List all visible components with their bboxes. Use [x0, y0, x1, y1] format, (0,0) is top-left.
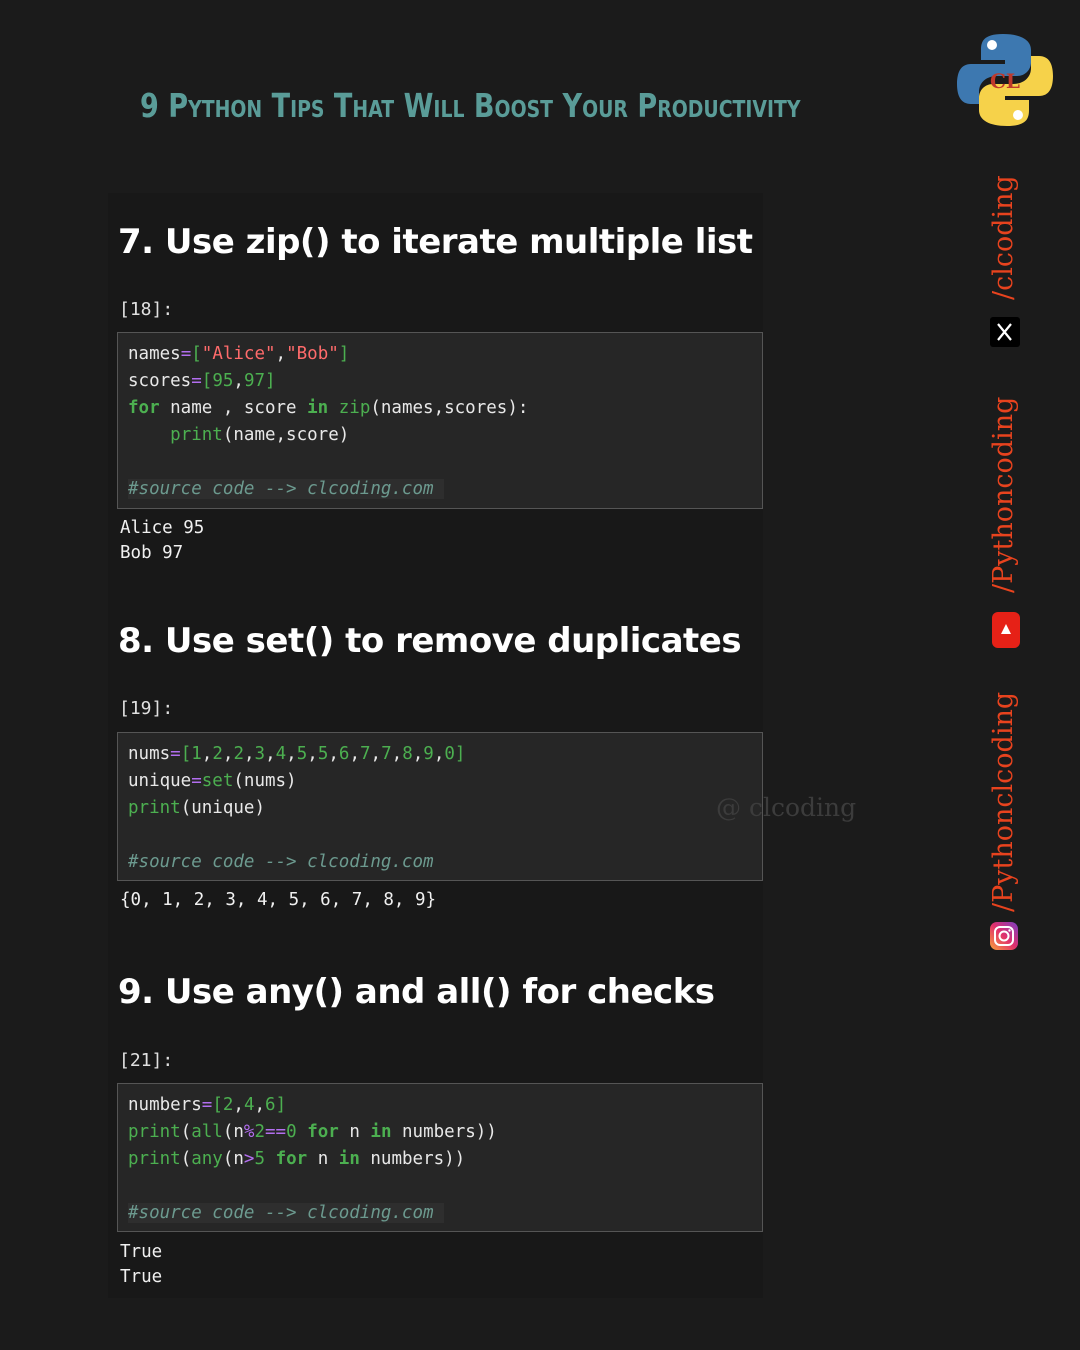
- section-heading: 9. Use any() and all() for checks: [118, 972, 715, 1012]
- code-comment: #source code --> clcoding.com: [128, 1200, 752, 1227]
- instagram-icon[interactable]: [990, 922, 1018, 950]
- cell-output: {0, 1, 2, 3, 4, 5, 6, 7, 8, 9}: [120, 890, 437, 910]
- cell-output: Alice 95 Bob 97: [120, 518, 205, 563]
- code-comment: #source code --> clcoding.com: [128, 476, 752, 503]
- watermark: @ clcoding: [716, 793, 857, 822]
- code-comment: #source code --> clcoding.com: [128, 852, 434, 872]
- cell-prompt: [21]:: [119, 1050, 174, 1071]
- code-line: scores=[95,97]: [128, 371, 276, 391]
- code-cell[interactable]: nums=[1,2,2,3,4,5,5,6,7,7,8,9,0] unique=…: [117, 732, 763, 881]
- cell-output: True True: [120, 1242, 163, 1287]
- code-cell[interactable]: names=["Alice","Bob"] scores=[95,97] for…: [117, 332, 763, 509]
- youtube-icon[interactable]: [992, 612, 1020, 648]
- x-handle[interactable]: /clcoding: [988, 175, 1019, 300]
- section-heading: 8. Use set() to remove duplicates: [118, 621, 742, 661]
- code-line: nums=[1,2,2,3,4,5,5,6,7,7,8,9,0]: [128, 744, 466, 764]
- logo-text: CL: [990, 69, 1020, 93]
- x-icon[interactable]: [990, 317, 1020, 347]
- code-line: print(name,score): [170, 425, 350, 445]
- code-cell[interactable]: numbers=[2,4,6] print(all(n%2==0 for n i…: [117, 1083, 763, 1232]
- code-line: print(all(n%2==0 for n in numbers)): [128, 1122, 497, 1142]
- python-logo-icon: CL: [957, 34, 1053, 126]
- cell-prompt: [19]:: [119, 698, 174, 719]
- code-line: print(unique): [128, 798, 265, 818]
- page-title: 9 Python Tips That Will Boost Your Produ…: [140, 86, 801, 125]
- code-line: print(any(n>5 for n in numbers)): [128, 1149, 466, 1169]
- youtube-handle[interactable]: /Pythoncoding: [988, 397, 1019, 593]
- code-line: unique=set(nums): [128, 771, 297, 791]
- code-line: for name , score in zip(names,scores):: [128, 398, 529, 418]
- instagram-handle[interactable]: /Pythonclcoding: [988, 692, 1019, 912]
- code-line: numbers=[2,4,6]: [128, 1095, 287, 1115]
- section-heading: 7. Use zip() to iterate multiple list: [118, 222, 753, 262]
- code-line: names=["Alice","Bob"]: [128, 344, 350, 364]
- cell-prompt: [18]:: [119, 299, 174, 320]
